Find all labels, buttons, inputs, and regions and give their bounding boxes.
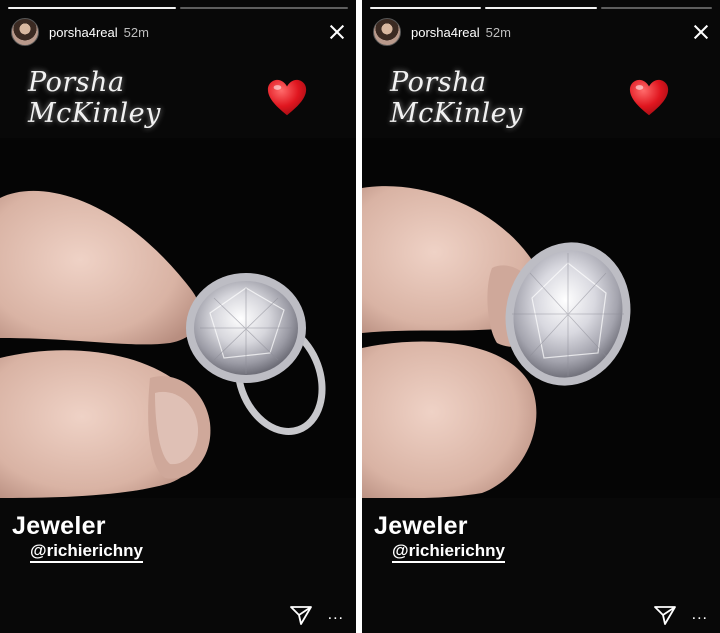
post-time: 52m [485, 24, 511, 40]
mention-tag[interactable]: @richierichny [392, 542, 505, 563]
script-caption: Porsha McKinley [28, 67, 308, 129]
ring-photo-image [362, 138, 720, 498]
ring-photo [362, 138, 720, 498]
script-caption-text: Porsha McKinley [390, 67, 523, 129]
avatar[interactable] [11, 18, 39, 46]
more-options-icon[interactable]: ... [692, 606, 708, 624]
story-progress-bar [370, 7, 712, 9]
send-icon[interactable] [289, 605, 312, 625]
post-time: 52m [123, 24, 149, 40]
caption-title: Jeweler [12, 512, 106, 540]
avatar[interactable] [373, 18, 401, 46]
heart-icon [629, 79, 669, 116]
more-options-icon[interactable]: ... [328, 606, 344, 624]
story-header: porsha4real 52m [11, 17, 348, 47]
script-caption-text: Porsha McKinley [28, 67, 161, 129]
story-footer: ... [653, 605, 708, 625]
close-icon[interactable] [326, 21, 348, 43]
ring-photo [0, 138, 356, 498]
mention-tag[interactable]: @richierichny [30, 542, 143, 563]
story-footer: ... [289, 605, 344, 625]
story-panel-left: porsha4real 52m Porsha McKinley Jeweler … [0, 0, 356, 633]
progress-segment [485, 7, 597, 9]
script-caption: Porsha McKinley [390, 67, 670, 129]
caption-title: Jeweler [374, 512, 468, 540]
send-icon[interactable] [653, 605, 676, 625]
username[interactable]: porsha4real [411, 25, 480, 40]
username[interactable]: porsha4real [49, 25, 118, 40]
progress-segment [180, 7, 348, 9]
story-progress-bar [8, 7, 348, 9]
progress-segment [370, 7, 482, 9]
close-icon[interactable] [690, 21, 712, 43]
heart-icon [267, 79, 307, 116]
ring-photo-image [0, 138, 356, 498]
story-panel-right: porsha4real 52m Porsha McKinley Jeweler … [362, 0, 720, 633]
progress-segment [600, 7, 712, 9]
story-header: porsha4real 52m [373, 17, 712, 47]
progress-segment [8, 7, 176, 9]
